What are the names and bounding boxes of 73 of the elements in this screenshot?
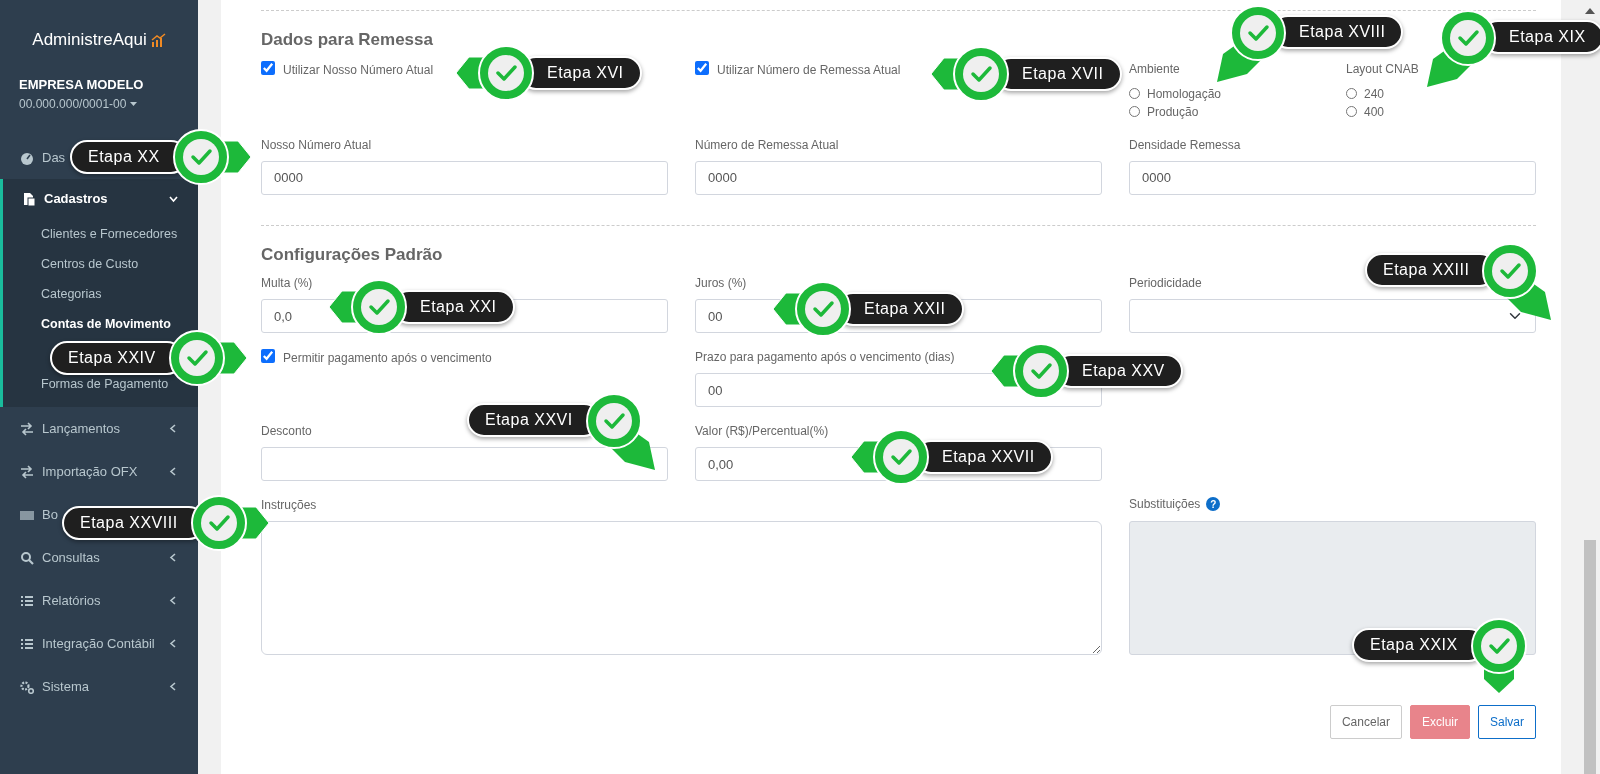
section-title: Configurações Padrão	[261, 243, 443, 266]
gauge-icon	[20, 150, 34, 165]
chevron-left-icon[interactable]	[169, 596, 178, 605]
radio-button[interactable]	[1346, 88, 1357, 99]
menu-item[interactable]: Cadastros	[44, 189, 108, 209]
checkbox[interactable]	[695, 60, 709, 75]
list-icon	[20, 636, 34, 651]
arrows-icon	[20, 464, 34, 479]
submenu-item[interactable]: Contas de Movimento	[41, 314, 171, 334]
text-field[interactable]: 0000	[1129, 160, 1536, 195]
button[interactable]: Cancelar	[1329, 705, 1402, 739]
field-label: Prazo para pagamento após o vencimento (dias)	[695, 349, 955, 366]
field-label: Densidade Remessa	[1129, 136, 1241, 154]
radio-label: Homologação	[1147, 85, 1222, 103]
checkbox[interactable]	[261, 349, 275, 363]
gears-icon	[20, 679, 34, 694]
text-field[interactable]: 0000	[695, 160, 1102, 195]
field-label: Multa (%)	[261, 275, 313, 292]
dropdown-field[interactable]	[1129, 299, 1536, 333]
company-id: 00.000.000/0001-00	[19, 95, 127, 113]
chevron-left-icon[interactable]	[169, 639, 178, 648]
scroll-up-icon[interactable]	[1585, 8, 1595, 14]
chevron-left-icon[interactable]	[169, 682, 178, 691]
radio-button[interactable]	[1346, 106, 1357, 117]
submenu-item[interactable]: Categorias	[41, 284, 102, 304]
menu-item[interactable]: Integração Contábil	[42, 633, 155, 654]
field-label: Instruções	[261, 497, 317, 514]
radio-label: 400	[1364, 103, 1385, 121]
field-label: Juros (%)	[695, 275, 747, 292]
arrows-icon	[20, 421, 34, 436]
field-label: Nosso Número Atual	[261, 136, 372, 154]
checkbox-label: Utilizar Número de Remessa Atual	[717, 61, 901, 79]
radio-label: 240	[1364, 85, 1385, 103]
brand-name: AdministreAqui	[32, 29, 147, 52]
menu-item[interactable]: Relatórios	[42, 590, 101, 611]
caret-icon[interactable]	[130, 101, 138, 106]
submenu-item[interactable]: Formas de Pagamento	[41, 374, 169, 394]
menu-item[interactable]: Importação OFX	[42, 461, 138, 482]
chevron-down-icon[interactable]	[169, 194, 178, 204]
field-label: Substituições	[1129, 496, 1201, 513]
document-icon	[22, 192, 36, 206]
field-label: Valor (R$)/Percentual(%)	[695, 423, 829, 440]
radio-button[interactable]	[1129, 106, 1140, 117]
menu-item[interactable]: Consultas	[42, 547, 100, 568]
submenu-item[interactable]: Clientes e Fornecedores	[41, 224, 178, 244]
text-field[interactable]: 0000	[261, 160, 668, 195]
chevron-left-icon[interactable]	[169, 424, 178, 433]
field-label: Desconto	[261, 423, 312, 440]
checkbox-label: Permitir pagamento após o vencimento	[283, 350, 492, 367]
menu-item[interactable]: Sistema	[42, 676, 89, 697]
menu-item[interactable]: Das	[42, 147, 66, 168]
scrollbar-thumb[interactable]	[1584, 540, 1596, 774]
search-icon	[20, 550, 34, 565]
company-name: EMPRESA MODELO	[19, 76, 145, 94]
chart-icon	[150, 32, 166, 48]
dropdown-field[interactable]	[261, 447, 668, 481]
field-label: Periodicidade	[1129, 275, 1202, 292]
help-icon[interactable]: ?	[1206, 497, 1221, 511]
button[interactable]: Salvar	[1478, 705, 1536, 739]
menu-item[interactable]: Bo	[42, 504, 58, 525]
section-title: Dados para Remessa	[261, 29, 433, 51]
checkbox-label: Utilizar Nosso Número Atual	[283, 61, 434, 79]
radio-button[interactable]	[1129, 88, 1140, 99]
list-icon	[20, 593, 34, 608]
field-label: Layout CNAB	[1346, 60, 1419, 78]
menu-item[interactable]: Lançamentos	[42, 418, 121, 439]
chevron-left-icon[interactable]	[169, 553, 178, 562]
radio-label: Produção	[1147, 103, 1199, 121]
checkbox[interactable]	[261, 60, 275, 75]
submenu-item[interactable]: Centros de Custo	[41, 254, 139, 274]
chevron-left-icon[interactable]	[169, 467, 178, 476]
field-label: Número de Remessa Atual	[695, 136, 839, 154]
field-label: Ambiente	[1129, 60, 1180, 78]
